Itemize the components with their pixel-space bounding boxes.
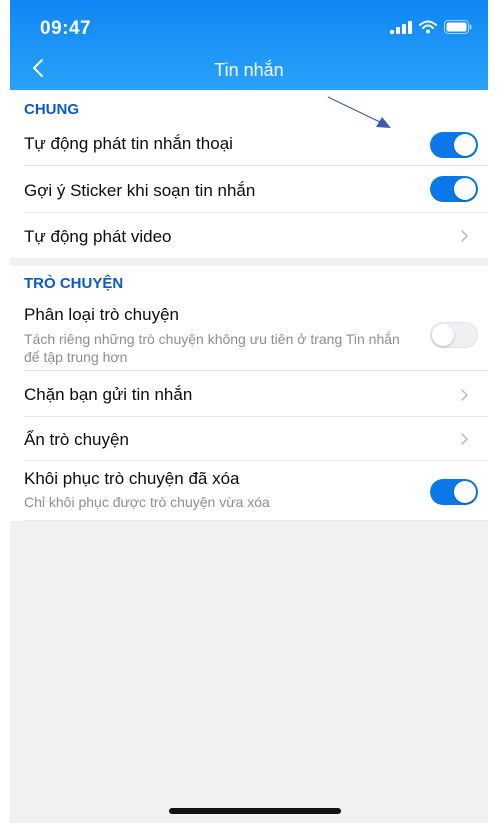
setting-hide-chat-label: Ẩn trò chuyện	[24, 430, 129, 449]
setting-block-messages-label: Chặn bạn gửi tin nhắn	[24, 385, 193, 404]
section-title-general: CHUNG	[10, 90, 488, 120]
setting-classify-label: Phân loại trò chuyện	[24, 305, 179, 324]
setting-hide-chat[interactable]: Ẩn trò chuyện	[10, 417, 488, 461]
setting-classify[interactable]: Phân loại trò chuyện Tách riêng những tr…	[10, 298, 488, 371]
chevron-right-icon	[460, 388, 470, 402]
toggle-knob	[454, 481, 476, 503]
signal-icon	[390, 20, 412, 39]
setting-auto-video-label: Tự động phát video	[24, 227, 172, 246]
chevron-right-icon	[460, 432, 470, 446]
classify-toggle[interactable]	[430, 322, 478, 348]
toggle-knob	[454, 178, 476, 200]
home-indicator	[169, 808, 341, 814]
setting-auto-video[interactable]: Tự động phát video	[10, 213, 488, 258]
phone-screen: 09:47 Tin nhắn CHUNG Tự động phát tin nh…	[10, 0, 488, 823]
setting-auto-voice-label: Tự động phát tin nhắn thoại	[24, 134, 233, 153]
chevron-right-icon	[460, 229, 470, 243]
setting-classify-desc: Tách riêng những trò chuyện không ưu tiê…	[24, 331, 400, 365]
setting-restore-chat-desc: Chỉ khôi phục được trò chuyện vừa xóa	[24, 494, 270, 510]
auto-voice-toggle[interactable]	[430, 132, 478, 158]
toggle-knob	[432, 324, 454, 346]
restore-chat-toggle[interactable]	[430, 479, 478, 505]
setting-restore-chat[interactable]: Khôi phục trò chuyện đã xóa Chỉ khôi phụ…	[10, 461, 488, 521]
toggle-knob	[454, 134, 476, 156]
setting-sticker-suggest[interactable]: Gợi ý Sticker khi soạn tin nhắn	[10, 166, 488, 213]
setting-block-messages[interactable]: Chặn bạn gửi tin nhắn	[10, 371, 488, 417]
divider	[24, 520, 488, 521]
status-time: 09:47	[40, 18, 92, 39]
setting-restore-chat-label: Khôi phục trò chuyện đã xóa	[24, 469, 240, 488]
battery-icon	[444, 20, 472, 39]
sticker-suggest-toggle[interactable]	[430, 176, 478, 202]
app-header: 09:47 Tin nhắn	[10, 0, 488, 90]
section-title-chat: TRÒ CHUYỆN	[10, 266, 488, 298]
setting-auto-voice[interactable]: Tự động phát tin nhắn thoại	[10, 120, 488, 166]
page-title: Tin nhắn	[214, 60, 284, 80]
setting-sticker-suggest-label: Gợi ý Sticker khi soạn tin nhắn	[24, 181, 256, 200]
status-icons	[390, 20, 472, 39]
wifi-icon	[419, 20, 437, 39]
